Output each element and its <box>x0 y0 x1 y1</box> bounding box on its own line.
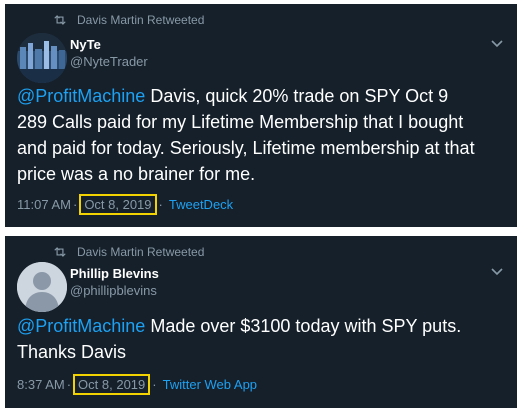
avatar-image <box>17 33 67 83</box>
tweet-card[interactable]: Davis Martin Retweeted NyTe @NyteTrader … <box>5 4 517 227</box>
tweet-meta: 11:07 AM · Oct 8, 2019 · TweetDeck <box>17 194 233 215</box>
page: Davis Martin Retweeted NyTe @NyteTrader … <box>0 0 523 414</box>
tweet-date[interactable]: Oct 8, 2019 <box>79 194 157 215</box>
retweet-indicator: Davis Martin Retweeted <box>53 245 204 259</box>
avatar[interactable] <box>17 262 67 312</box>
tweet-source-link[interactable]: TweetDeck <box>169 197 233 212</box>
default-avatar-icon <box>17 262 67 312</box>
mention-link[interactable]: @ProfitMachine <box>17 86 145 106</box>
author-name[interactable]: NyTe <box>70 37 148 53</box>
author-handle[interactable]: @NyteTrader <box>70 53 148 70</box>
author-handle[interactable]: @phillipblevins <box>70 282 159 299</box>
avatar[interactable] <box>17 33 67 83</box>
tweet-text: @ProfitMachine Davis, quick 20% trade on… <box>17 83 507 187</box>
tweet-meta: 8:37 AM · Oct 8, 2019 · Twitter Web App <box>17 374 257 395</box>
chevron-down-icon[interactable] <box>491 268 503 276</box>
tweet-date[interactable]: Oct 8, 2019 <box>73 374 151 395</box>
tweet-source-link[interactable]: Twitter Web App <box>163 377 257 392</box>
chevron-down-icon[interactable] <box>491 40 503 48</box>
tweet-time[interactable]: 11:07 AM <box>17 197 71 212</box>
author-name[interactable]: Phillip Blevins <box>70 266 159 282</box>
author[interactable]: NyTe @NyteTrader <box>70 37 148 70</box>
tweet-card[interactable]: Davis Martin Retweeted Phillip Blevins @… <box>5 236 517 408</box>
tweet-text: @ProfitMachine Made over $3100 today wit… <box>17 313 507 365</box>
retweet-icon <box>54 15 66 25</box>
retweet-icon <box>54 247 66 257</box>
meta-separator: · <box>158 197 163 212</box>
meta-separator: · <box>152 377 157 392</box>
meta-separator: · <box>72 197 78 212</box>
retweet-label: Davis Martin Retweeted <box>77 13 205 27</box>
retweet-indicator: Davis Martin Retweeted <box>53 13 204 27</box>
author[interactable]: Phillip Blevins @phillipblevins <box>70 266 159 299</box>
tweet-time[interactable]: 8:37 AM <box>17 377 65 392</box>
retweet-label: Davis Martin Retweeted <box>77 245 205 259</box>
mention-link[interactable]: @ProfitMachine <box>17 316 145 336</box>
meta-separator: · <box>66 377 72 392</box>
